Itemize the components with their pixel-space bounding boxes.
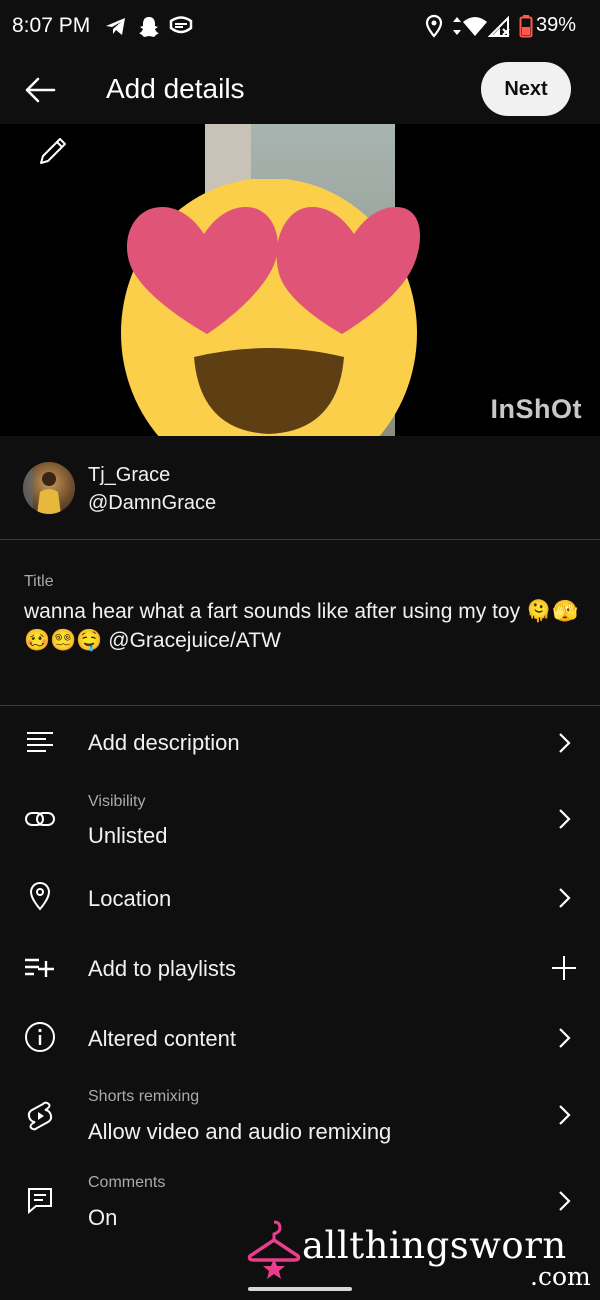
chevron-right-icon: [559, 1191, 571, 1211]
plus-icon[interactable]: [550, 954, 578, 982]
data-arrows-icon: [453, 17, 461, 35]
brand-text: allthingsworn: [302, 1224, 567, 1267]
page-title: Add details: [106, 73, 245, 104]
add-to-playlists-label: Add to playlists: [88, 956, 236, 981]
description-lines-icon: [27, 732, 53, 752]
battery-percentage: 39%: [535, 14, 576, 36]
back-arrow-icon[interactable]: [20, 70, 62, 110]
home-indicator[interactable]: [248, 1287, 352, 1291]
avatar: [23, 462, 75, 514]
telegram-icon: [106, 18, 125, 35]
brand-domain: .com: [530, 1262, 591, 1291]
shorts-remixing-row[interactable]: Shorts remixing Allow video and audio re…: [0, 1078, 600, 1156]
title-input[interactable]: wanna hear what a fart sounds like after…: [24, 597, 580, 655]
chevron-right-icon: [559, 809, 571, 829]
info-icon: [25, 1022, 55, 1052]
comment-icon: [28, 1188, 52, 1215]
altered-content-row[interactable]: Altered content: [0, 1006, 600, 1070]
heart-eyes-emoji-overlay: [121, 179, 421, 436]
add-description-row[interactable]: Add description: [0, 712, 600, 774]
brand-watermark: allthingsworn .com: [246, 1212, 596, 1292]
add-description-label: Add description: [88, 730, 240, 755]
playlist-add-icon: [25, 958, 54, 977]
battery-icon: [519, 15, 533, 38]
chevron-right-icon: [559, 1028, 571, 1048]
location-label: Location: [88, 886, 172, 911]
video-watermark: InShOt: [490, 394, 582, 424]
status-time: 8:07 PM: [12, 14, 91, 37]
messaging-icon: [169, 16, 193, 34]
channel-handle: @DamnGrace: [88, 492, 217, 514]
visibility-row[interactable]: Visibility Unlisted: [0, 782, 600, 858]
location-icon: [425, 14, 443, 38]
status-bar: 8:07 PM 39%: [0, 0, 600, 56]
title-field[interactable]: Title wanna hear what a fart sounds like…: [0, 541, 600, 706]
title-label: Title: [24, 573, 54, 590]
channel-name: Tj_Grace: [88, 464, 171, 486]
shorts-remixing-sublabel: Shorts remixing: [88, 1088, 200, 1105]
signal-icon: [488, 15, 510, 37]
snapchat-icon: [139, 17, 159, 37]
visibility-value: Unlisted: [88, 823, 168, 848]
wifi-icon: [463, 17, 487, 36]
edit-pencil-icon[interactable]: [36, 134, 70, 168]
next-button[interactable]: Next: [481, 62, 571, 116]
chevron-right-icon: [559, 1105, 571, 1125]
comments-sublabel: Comments: [88, 1174, 166, 1191]
comments-value: On: [88, 1205, 118, 1230]
location-row[interactable]: Location: [0, 866, 600, 930]
altered-content-label: Altered content: [88, 1026, 236, 1051]
channel-info: Tj_Grace @DamnGrace: [0, 440, 600, 540]
location-pin-icon: [29, 881, 51, 911]
shorts-remixing-value: Allow video and audio remixing: [88, 1119, 392, 1144]
shorts-icon: [27, 1101, 53, 1131]
chevron-right-icon: [559, 733, 571, 753]
hanger-logo-icon: [247, 1220, 301, 1279]
app-bar: Add details Next: [0, 56, 600, 124]
visibility-sublabel: Visibility: [88, 793, 146, 810]
add-to-playlists-row[interactable]: Add to playlists: [0, 936, 600, 1000]
chevron-right-icon: [559, 888, 571, 908]
video-preview[interactable]: InShOt: [0, 124, 600, 436]
link-icon: [25, 812, 55, 826]
